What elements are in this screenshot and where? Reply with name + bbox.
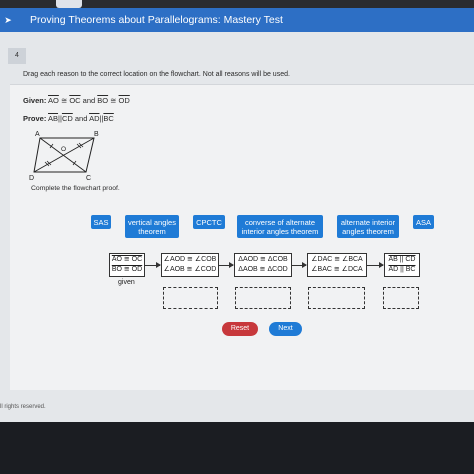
reason-drop-target[interactable] <box>163 287 218 309</box>
question-number: 4 <box>8 48 26 64</box>
browser-tab[interactable] <box>56 0 82 8</box>
given-segment-oc: OC <box>69 96 81 105</box>
reason-chip-vertical-angles[interactable]: vertical angles theorem <box>125 215 179 238</box>
flow-arrow <box>219 262 234 268</box>
flowchart-prompt: Complete the flowchart proof. <box>31 185 120 192</box>
vertex-label-c: C <box>86 175 91 182</box>
reason-chip-asa[interactable]: ASA <box>413 215 434 229</box>
prove-segment-cd: CD <box>61 114 73 123</box>
parallelogram-diagram: A B C D O <box>29 131 99 182</box>
flowchart-box-given: AO ≅ OC BO ≅ OD <box>109 253 145 277</box>
reason-drop-target[interactable] <box>383 287 419 309</box>
given-segment-od: OD <box>118 96 130 105</box>
statement-line: ∠DAC ≅ ∠BCA <box>311 256 363 263</box>
footer-copyright: ll rights reserved. <box>0 404 46 410</box>
statement-line: ΔAOD ≅ ΔCOB <box>238 256 288 263</box>
statement-line: ∠BAC ≅ ∠DCA <box>311 266 363 273</box>
statement-line: AO ≅ OC <box>111 256 143 263</box>
statement-line: ∠AOD ≅ ∠COB <box>163 256 217 263</box>
statement-line: ∠AOB ≅ ∠COD <box>163 266 217 273</box>
statement-line: ΔAOB ≅ ΔCOD <box>238 266 288 273</box>
reason-drop-target[interactable] <box>235 287 291 309</box>
test-title: Proving Theorems about Parallelograms: M… <box>30 14 283 26</box>
statement-line: AD || BC <box>388 266 416 273</box>
flowchart-box-angles: ∠AOD ≅ ∠COB ∠AOB ≅ ∠COD <box>161 253 219 277</box>
prove-label: Prove: <box>23 114 47 123</box>
center-label-o: O <box>61 146 66 153</box>
given-label: Given: <box>23 96 47 105</box>
statement-line: AB || CD <box>388 256 416 263</box>
given-segment-bo: BO <box>97 96 109 105</box>
given-statement: Given: AO ≅ OC and BO ≅ OD <box>23 96 130 105</box>
reset-button[interactable]: Reset <box>222 322 258 336</box>
reason-chip-converse-alt-interior[interactable]: converse of alternate interior angles th… <box>237 215 323 238</box>
prove-and: and <box>72 114 90 123</box>
flow-arrow <box>367 262 384 268</box>
browser-top-strip <box>0 0 474 8</box>
vertex-label-b: B <box>94 131 99 138</box>
instruction-text: Drag each reason to the correct location… <box>23 71 290 78</box>
back-arrow-icon[interactable]: ➤ <box>3 15 13 25</box>
reason-drop-target[interactable] <box>308 287 365 309</box>
flowchart-box-conclusion: AB || CD AD || BC <box>384 253 420 277</box>
statement-line: BO ≅ OD <box>111 266 143 273</box>
given-and: and <box>80 96 98 105</box>
reason-chip-sas[interactable]: SAS <box>91 215 111 229</box>
prove-segment-ab: AB <box>48 114 59 123</box>
flowchart-box-alt-angles: ∠DAC ≅ ∠BCA ∠BAC ≅ ∠DCA <box>307 253 367 277</box>
app-header: ➤ Proving Theorems about Parallelograms:… <box>0 8 474 32</box>
congruent-symbol: ≅ <box>58 96 70 105</box>
reason-chip-alt-interior[interactable]: alternate interior angles theorem <box>337 215 399 238</box>
bottom-bezel <box>0 422 474 474</box>
flowchart-box-triangles: ΔAOD ≅ ΔCOB ΔAOB ≅ ΔCOD <box>234 253 292 277</box>
reason-chip-cpctc[interactable]: CPCTC <box>193 215 225 229</box>
diagonal-bd <box>33 137 95 173</box>
prove-statement: Prove: AB||CD and AD||BC <box>23 114 114 123</box>
vertex-label-a: A <box>35 131 40 138</box>
congruent-symbol: ≅ <box>108 96 119 105</box>
prove-segment-bc: BC <box>103 114 114 123</box>
flow-arrow <box>145 262 161 268</box>
reason-given-label: given <box>118 279 135 286</box>
next-button[interactable]: Next <box>269 322 302 336</box>
vertex-label-d: D <box>29 175 34 182</box>
prove-segment-ad: AD <box>89 114 100 123</box>
flow-arrow <box>292 262 307 268</box>
given-segment-ao: AO <box>48 96 59 105</box>
